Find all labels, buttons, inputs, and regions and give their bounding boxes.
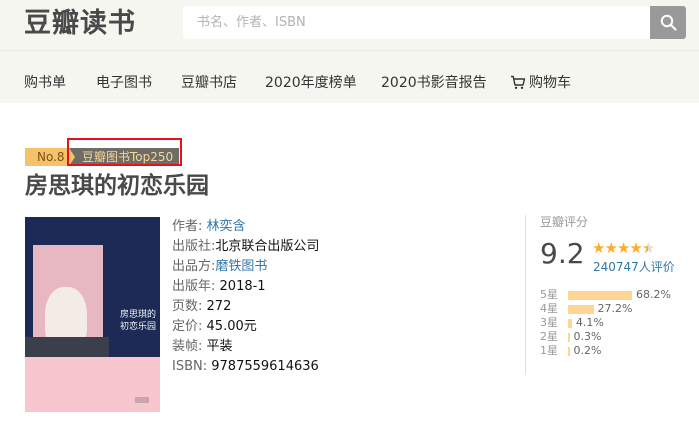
- search-box[interactable]: [183, 6, 650, 39]
- rating-bar-percent: 4.1%: [575, 316, 604, 329]
- pubyear-label: 出版年:: [172, 279, 216, 294]
- nav-item-annual-report[interactable]: 2020书影音报告: [381, 75, 487, 91]
- nav-item-ebooks[interactable]: 电子图书: [96, 75, 152, 91]
- top250-rank: No.8: [25, 148, 69, 166]
- producer-link[interactable]: 磨铁图书: [215, 259, 267, 274]
- highlight-box: [67, 138, 182, 166]
- rating-bar-fill: [568, 291, 632, 300]
- search-icon: [660, 14, 677, 31]
- pages-label: 页数:: [172, 299, 203, 314]
- rating-bar-label: 5星: [540, 288, 558, 301]
- binding-value: 平装: [206, 339, 233, 354]
- rating-bar-fill: [568, 305, 594, 314]
- rating-bar-label: 1星: [540, 344, 558, 357]
- nav-bar: 购书单 电子图书 豆瓣书店 2020年度榜单 2020书影音报告 购物车: [0, 50, 699, 103]
- site-logo[interactable]: 豆瓣读书: [24, 4, 136, 44]
- cover-publisher-mark: [135, 397, 149, 403]
- search-button[interactable]: [650, 6, 686, 39]
- rating-bar-percent: 27.2%: [597, 302, 633, 315]
- nav-item-booklist[interactable]: 购书单: [24, 75, 66, 91]
- isbn-label: ISBN:: [172, 359, 208, 374]
- info-price: 定价: 45.00元: [172, 317, 257, 337]
- publisher-value: 北京联合出版公司: [215, 239, 320, 254]
- info-pages: 页数: 272: [172, 297, 231, 317]
- rating-score: 9.2: [540, 237, 585, 270]
- price-label: 定价:: [172, 319, 203, 334]
- pubyear-value: 2018-1: [219, 279, 266, 294]
- rating-bar-label: 3星: [540, 316, 558, 329]
- info-binding: 装帧: 平装: [172, 337, 233, 357]
- rating-bar-fill: [568, 333, 570, 342]
- cover-ground: [25, 337, 109, 357]
- search-input[interactable]: [183, 6, 650, 39]
- nav-item-annual-chart[interactable]: 2020年度榜单: [265, 75, 357, 91]
- info-author: 作者: 林奕含: [172, 217, 246, 237]
- book-title: 房思琪的初恋乐园: [25, 173, 209, 199]
- nav-item-bookstore[interactable]: 豆瓣书店: [181, 75, 237, 91]
- info-publisher: 出版社:北京联合出版公司: [172, 237, 319, 257]
- rating-bar-percent: 0.2%: [573, 344, 602, 357]
- info-producer: 出品方:磨铁图书: [172, 257, 267, 277]
- isbn-value: 9787559614636: [211, 359, 319, 374]
- publisher-label: 出版社:: [172, 239, 216, 254]
- info-isbn: ISBN: 9787559614636: [172, 357, 319, 377]
- author-label: 作者:: [172, 219, 203, 234]
- price-value: 45.00元: [206, 319, 257, 334]
- info-pubyear: 出版年: 2018-1: [172, 277, 266, 297]
- rating-stars-icon: ★★★★★: [592, 239, 655, 257]
- rating-votes-link[interactable]: 240747人评价: [593, 258, 675, 275]
- binding-label: 装帧:: [172, 339, 203, 354]
- rating-bar-percent: 0.3%: [573, 330, 602, 343]
- author-link[interactable]: 林奕含: [207, 219, 246, 234]
- rating-bar-fill: [568, 347, 570, 356]
- cover-title-text: 房思琪的初恋乐园: [119, 310, 156, 332]
- rating-divider: [525, 215, 526, 375]
- rating-bar-fill: [568, 319, 572, 328]
- nav-item-cart[interactable]: 购物车: [510, 75, 571, 91]
- pages-value: 272: [206, 299, 232, 314]
- cart-icon: [511, 75, 526, 89]
- rating-bar-percent: 68.2%: [636, 288, 671, 301]
- producer-label: 出品方:: [172, 259, 216, 274]
- rating-title: 豆瓣评分: [540, 215, 589, 229]
- rating-bar-label: 2星: [540, 330, 558, 343]
- book-cover[interactable]: 房思琪的初恋乐园: [25, 217, 160, 412]
- rating-bar-label: 4星: [540, 302, 558, 315]
